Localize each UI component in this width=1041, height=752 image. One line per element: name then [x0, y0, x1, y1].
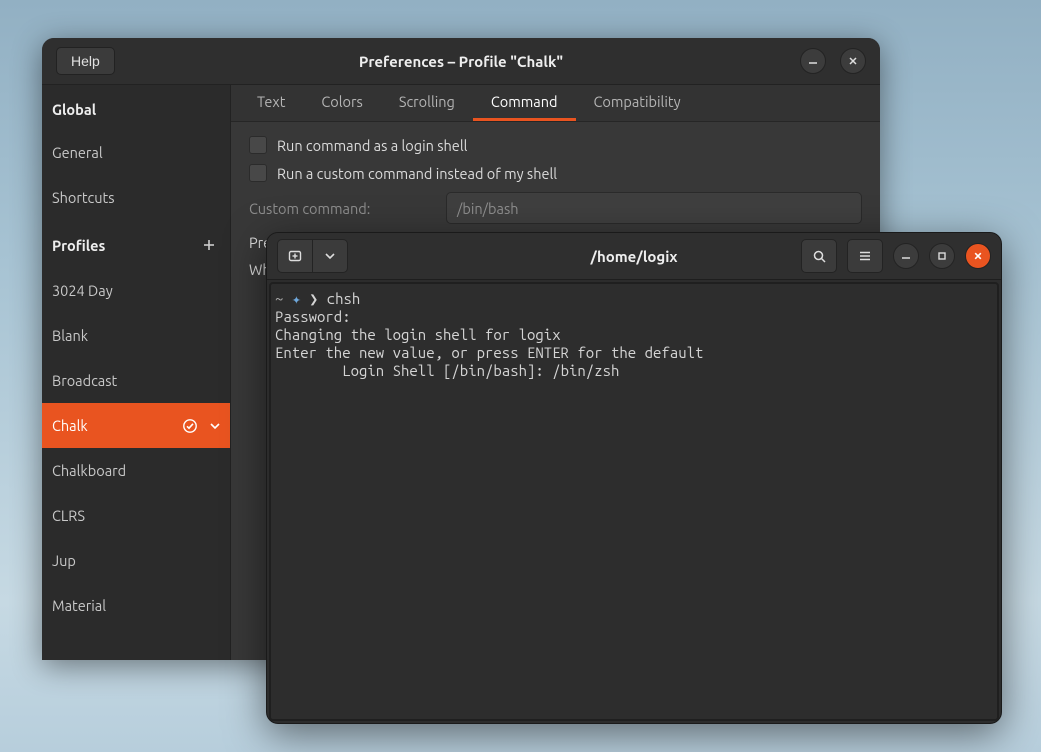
term-line: Changing the login shell for logix: [275, 326, 561, 343]
sidebar-heading-profiles: Profiles: [42, 220, 230, 268]
chevron-down-icon: [210, 421, 220, 431]
terminal-close-button[interactable]: [965, 243, 991, 269]
sidebar-item-profile[interactable]: Blank: [42, 313, 230, 358]
terminal-maximize-button[interactable]: [929, 243, 955, 269]
sidebar-item-profile[interactable]: Material: [42, 583, 230, 628]
sidebar-item-profile[interactable]: CLRS: [42, 493, 230, 538]
prompt-tilde: ~: [275, 290, 292, 307]
close-icon: [848, 56, 858, 66]
prefs-window-controls: [800, 48, 880, 74]
tab-text[interactable]: Text: [239, 85, 303, 121]
sidebar-item-label: Chalkboard: [52, 462, 126, 479]
prefs-sidebar: Global General Shortcuts Profiles 3024 D…: [42, 85, 231, 660]
new-tab-menu-button[interactable]: [312, 239, 348, 273]
default-profile-icon: [182, 418, 198, 434]
close-icon: [973, 251, 983, 261]
new-tab-linked: [277, 239, 348, 273]
close-button[interactable]: [840, 48, 866, 74]
terminal-body[interactable]: ~ ✦ ❯ chsh Password: Changing the login …: [269, 282, 999, 721]
help-button[interactable]: Help: [56, 47, 115, 75]
tab-colors[interactable]: Colors: [303, 85, 380, 121]
chevron-down-icon: [325, 251, 335, 261]
term-line: Login Shell [/bin/bash]: /bin/zsh: [275, 362, 619, 379]
sidebar-item-label: Shortcuts: [52, 189, 115, 206]
tab-compatibility[interactable]: Compatibility: [576, 85, 699, 121]
term-cmd: chsh: [327, 290, 361, 307]
prefs-title: Preferences – Profile "Chalk": [42, 53, 880, 70]
terminal-headerbar: /home/logix: [267, 233, 1001, 280]
minimize-icon: [901, 251, 911, 261]
prompt-arrow-icon: ❯: [309, 290, 326, 307]
maximize-icon: [937, 251, 947, 261]
login-shell-row: Run command as a login shell: [249, 136, 862, 154]
sidebar-item-profile[interactable]: Jup: [42, 538, 230, 583]
terminal-minimize-button[interactable]: [893, 243, 919, 269]
sidebar-item-label: CLRS: [52, 507, 85, 524]
minimize-icon: [808, 56, 818, 66]
custom-command-entry[interactable]: /bin/bash: [446, 192, 862, 224]
hamburger-menu-button[interactable]: [847, 239, 883, 273]
plus-icon: [202, 238, 216, 252]
sidebar-heading-global-label: Global: [52, 101, 96, 118]
search-icon: [812, 249, 827, 264]
term-line: Password:: [275, 308, 351, 325]
login-shell-label: Run command as a login shell: [277, 137, 467, 154]
custom-command-field-row: Custom command: /bin/bash: [249, 192, 862, 224]
sidebar-item-label: 3024 Day: [52, 282, 113, 299]
new-tab-icon: [287, 248, 303, 264]
profile-menu-button[interactable]: [210, 421, 220, 431]
sidebar-item-profile-active[interactable]: Chalk: [42, 403, 230, 448]
add-profile-button[interactable]: [198, 234, 220, 256]
prefs-tabbar: Text Colors Scrolling Command Compatibil…: [231, 85, 880, 122]
sidebar-item-label: Jup: [52, 552, 76, 569]
hamburger-icon: [858, 249, 872, 263]
sidebar-item-profile[interactable]: Chalkboard: [42, 448, 230, 493]
sidebar-heading-profiles-label: Profiles: [52, 237, 105, 254]
sidebar-item-profile[interactable]: 3024 Day: [42, 268, 230, 313]
tab-scrolling[interactable]: Scrolling: [381, 85, 473, 121]
sidebar-item-general[interactable]: General: [42, 130, 230, 175]
sidebar-item-label: Chalk: [52, 417, 88, 434]
tab-command[interactable]: Command: [473, 85, 576, 121]
sidebar-heading-global: Global: [42, 87, 230, 130]
custom-command-row: Run a custom command instead of my shell: [249, 164, 862, 182]
custom-command-label: Run a custom command instead of my shell: [277, 165, 557, 182]
term-line: Enter the new value, or press ENTER for …: [275, 344, 703, 361]
prompt-sparkle-icon: ✦: [292, 290, 309, 307]
sidebar-item-shortcuts[interactable]: Shortcuts: [42, 175, 230, 220]
new-tab-button[interactable]: [277, 239, 312, 273]
terminal-window: /home/logix ~ ✦ ❯ chsh Password: Changin…: [266, 232, 1002, 724]
check-circle-icon: [182, 418, 198, 434]
minimize-button[interactable]: [800, 48, 826, 74]
sidebar-item-label: Material: [52, 597, 106, 614]
prefs-headerbar: Help Preferences – Profile "Chalk": [42, 38, 880, 85]
terminal-right-controls: [801, 239, 991, 273]
login-shell-checkbox[interactable]: [249, 136, 267, 154]
terminal-output: ~ ✦ ❯ chsh Password: Changing the login …: [275, 290, 993, 380]
sidebar-item-label: Broadcast: [52, 372, 117, 389]
search-button[interactable]: [801, 239, 837, 273]
custom-command-field-label: Custom command:: [249, 200, 434, 217]
sidebar-item-profile[interactable]: Broadcast: [42, 358, 230, 403]
sidebar-item-label: General: [52, 144, 103, 161]
sidebar-item-label: Blank: [52, 327, 88, 344]
custom-command-checkbox[interactable]: [249, 164, 267, 182]
